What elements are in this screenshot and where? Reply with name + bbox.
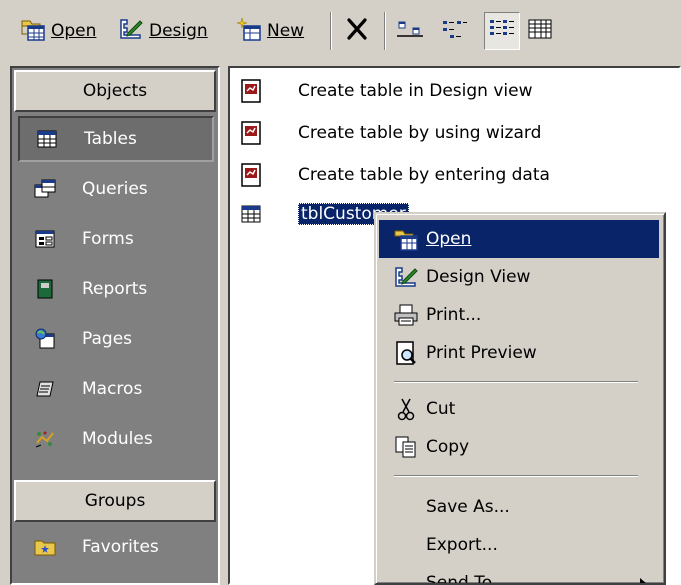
nav-item-tables[interactable]: Tables bbox=[18, 116, 214, 162]
menu-item-label: Design View bbox=[426, 267, 531, 287]
open-table-icon bbox=[20, 16, 46, 47]
shortcut-icon bbox=[238, 161, 264, 189]
nav-item-pages[interactable]: Pages bbox=[18, 316, 214, 362]
nav-item-label: Forms bbox=[82, 229, 134, 249]
menu-item-design-view[interactable]: Design View bbox=[379, 258, 659, 296]
list-view-icon bbox=[488, 16, 516, 47]
objects-group-header[interactable]: Objects bbox=[14, 70, 216, 112]
large-icons-view-icon bbox=[396, 16, 426, 47]
small-icons-view-icon bbox=[440, 16, 470, 47]
objects-header-label: Objects bbox=[82, 81, 148, 101]
menu-item-open[interactable]: Open bbox=[379, 220, 659, 258]
nav-item-label: Modules bbox=[82, 429, 153, 449]
nav-item-favorites[interactable]: Favorites bbox=[18, 524, 214, 570]
nav-item-label: Favorites bbox=[82, 537, 159, 557]
delete-button[interactable] bbox=[344, 12, 370, 50]
design-view-icon bbox=[118, 16, 144, 47]
menu-item-label: Cut bbox=[426, 399, 456, 419]
menu-item-label: Print... bbox=[426, 305, 482, 325]
menu-item-cut[interactable]: Cut bbox=[379, 390, 659, 428]
delete-icon bbox=[344, 16, 370, 47]
table-icon bbox=[36, 128, 58, 150]
export-icon bbox=[393, 532, 419, 558]
toolbar-separator bbox=[330, 12, 332, 50]
report-icon bbox=[34, 278, 56, 300]
menu-item-export[interactable]: Export... bbox=[379, 526, 659, 564]
details-view-icon bbox=[526, 16, 554, 47]
shortcut-icon bbox=[238, 119, 264, 147]
submenu-arrow-icon bbox=[640, 578, 647, 583]
menu-separator bbox=[394, 475, 638, 477]
list-item-label: Create table by entering data bbox=[298, 165, 550, 185]
open-button[interactable]: Open bbox=[20, 12, 96, 50]
printer-icon bbox=[393, 302, 419, 328]
nav-item-label: Macros bbox=[82, 379, 143, 399]
macro-icon bbox=[34, 378, 56, 400]
open-table-icon bbox=[393, 226, 419, 252]
menu-item-print-preview[interactable]: Print Preview bbox=[379, 334, 659, 372]
query-icon bbox=[34, 178, 56, 200]
nav-item-modules[interactable]: Modules bbox=[18, 416, 214, 462]
list-view-button[interactable] bbox=[484, 12, 520, 50]
scissors-icon bbox=[393, 396, 419, 422]
database-toolbar: Open Design New bbox=[0, 0, 681, 62]
nav-item-macros[interactable]: Macros bbox=[18, 366, 214, 412]
send-to-icon bbox=[393, 570, 419, 583]
nav-item-label: Queries bbox=[82, 179, 148, 199]
toolbar-separator bbox=[384, 12, 386, 50]
groups-group-header[interactable]: Groups bbox=[14, 480, 216, 522]
favorites-folder-icon bbox=[34, 536, 56, 558]
new-object-icon bbox=[236, 16, 262, 47]
design-view-icon bbox=[393, 264, 419, 290]
module-icon bbox=[34, 428, 56, 450]
menu-item-label: Save As... bbox=[426, 497, 510, 517]
objects-bar: Objects Tables Queries Forms Reports Pag… bbox=[10, 66, 220, 585]
small-icons-button[interactable] bbox=[440, 12, 470, 50]
menu-item-label: Copy bbox=[426, 437, 470, 457]
design-button[interactable]: Design bbox=[118, 12, 208, 50]
menu-item-copy[interactable]: Copy bbox=[379, 428, 659, 466]
nav-item-reports[interactable]: Reports bbox=[18, 266, 214, 312]
groups-header-label: Groups bbox=[84, 491, 146, 511]
new-button[interactable]: New bbox=[236, 12, 304, 50]
list-item-create-wizard[interactable]: Create table by using wizard bbox=[238, 113, 541, 153]
menu-item-send-to[interactable]: Send To bbox=[379, 564, 659, 585]
list-item-create-entering[interactable]: Create table by entering data bbox=[238, 155, 550, 195]
list-item-label: Create table by using wizard bbox=[298, 123, 542, 143]
open-button-label: Open bbox=[51, 21, 97, 41]
menu-separator bbox=[394, 381, 638, 383]
menu-item-label: Print Preview bbox=[426, 343, 537, 363]
menu-item-label: Open bbox=[426, 229, 472, 249]
nav-item-label: Tables bbox=[84, 129, 137, 149]
list-item-create-design[interactable]: Create table in Design view bbox=[238, 71, 533, 111]
menu-item-save-as[interactable]: Save As... bbox=[379, 488, 659, 526]
shortcut-icon bbox=[238, 77, 264, 105]
context-menu: Open Design View Print... Print Preview … bbox=[374, 212, 666, 585]
menu-item-print[interactable]: Print... bbox=[379, 296, 659, 334]
new-button-label: New bbox=[267, 21, 305, 41]
nav-item-label: Reports bbox=[82, 279, 148, 299]
page-icon bbox=[34, 328, 56, 350]
nav-item-forms[interactable]: Forms bbox=[18, 216, 214, 262]
menu-item-label: Send To bbox=[426, 573, 493, 585]
nav-item-label: Pages bbox=[82, 329, 133, 349]
nav-item-queries[interactable]: Queries bbox=[18, 166, 214, 212]
list-item-label: Create table in Design view bbox=[298, 81, 533, 101]
copy-icon bbox=[393, 434, 419, 460]
details-view-button[interactable] bbox=[526, 12, 554, 50]
print-preview-icon bbox=[393, 340, 419, 366]
menu-item-label: Export... bbox=[426, 535, 498, 555]
table-icon bbox=[238, 200, 264, 228]
large-icons-button[interactable] bbox=[396, 12, 426, 50]
form-icon bbox=[34, 228, 56, 250]
save-as-icon bbox=[393, 494, 419, 520]
design-button-label: Design bbox=[149, 21, 208, 41]
